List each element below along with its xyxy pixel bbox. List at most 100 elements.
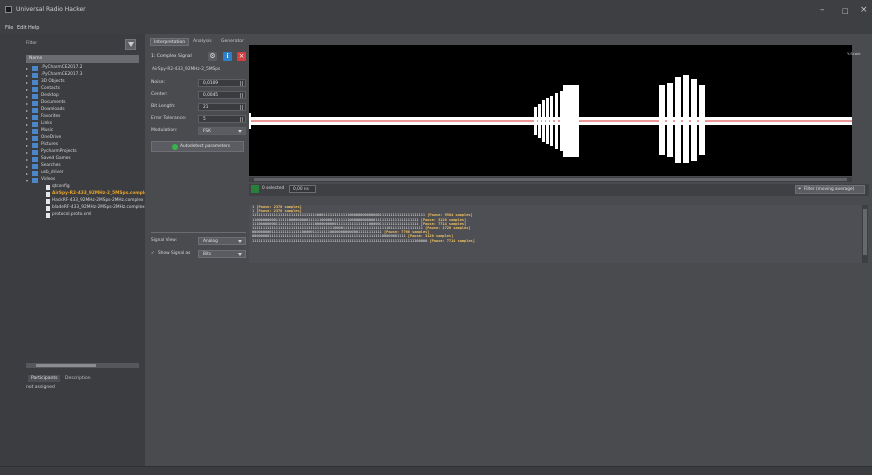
tree-folder-item[interactable]: ▸ Favorites <box>26 114 141 121</box>
maximize-button[interactable]: □ <box>842 7 849 15</box>
center-input[interactable]: 0,0045 <box>198 91 246 99</box>
info-icon[interactable]: i <box>223 52 232 61</box>
modulation-label: Modulation: <box>151 128 178 133</box>
tree-file-item[interactable]: protocol.proto.xml <box>26 212 141 219</box>
menu-edit[interactable]: Edit <box>17 25 27 31</box>
filter-select[interactable]: ⏷ Filter (moving average) <box>795 185 865 194</box>
tree-folder-item[interactable]: ▸ 3D Objects <box>26 79 141 86</box>
error-tolerance-input[interactable]: 5 <box>198 115 246 123</box>
filter-icon[interactable] <box>125 39 136 50</box>
expand-arrow-icon[interactable]: ▾ <box>26 178 28 183</box>
tree-folder-label: Documents <box>41 100 66 105</box>
signal-burst <box>538 104 541 138</box>
menu-help[interactable]: Help <box>28 25 39 31</box>
bit-length-input[interactable]: 21 <box>198 103 246 111</box>
close-icon[interactable]: × <box>237 52 246 61</box>
expand-arrow-icon[interactable]: ▸ <box>26 171 28 176</box>
minimize-button[interactable]: – <box>820 5 825 15</box>
tree-folder-item[interactable]: ▸ Searches <box>26 163 141 170</box>
tree-folder-label: Contacts <box>41 86 60 91</box>
tab-analysis[interactable]: Analysis <box>190 38 215 46</box>
tree-folder-label: PycharmProjects <box>41 149 77 154</box>
expand-arrow-icon[interactable]: ▸ <box>26 150 28 155</box>
tree-folder-item[interactable]: ▸ PycharmProjects <box>26 149 141 156</box>
expand-arrow-icon[interactable]: ▸ <box>26 94 28 99</box>
signal-header: 1: Complex Signal ⚙ i × <box>151 51 251 63</box>
tree-folder-item[interactable]: ▸ Links <box>26 121 141 128</box>
menu-file[interactable]: File <box>5 25 13 31</box>
signal-burst <box>659 85 665 155</box>
signal-view-select[interactable]: Analog <box>198 237 246 245</box>
autodetect-button[interactable]: Autodetect parameters <box>151 141 244 152</box>
signal-plot[interactable] <box>249 45 852 176</box>
tab-description[interactable]: Description <box>62 375 94 382</box>
tree-folder-label: Links <box>41 121 53 126</box>
bit-view[interactable]: 1 [Pause: 2376 samples] 1 [Pause: 2376 sa… <box>249 205 862 263</box>
file-icon <box>46 199 50 204</box>
tree-folder-item[interactable]: ▸ Pictures <box>26 142 141 149</box>
folder-icon <box>32 108 38 113</box>
expand-arrow-icon[interactable]: ▸ <box>26 122 28 127</box>
splitter[interactable] <box>151 232 246 233</box>
participant-value: not assigned <box>26 385 55 390</box>
tree-file-item[interactable]: AirSpy-R2-433_92MHz-2_5MSps.complex <box>26 191 150 198</box>
error-tolerance-label: Error Tolerance: <box>151 116 187 121</box>
tree-folder-label: Desktop <box>41 93 59 98</box>
tree-folder-item[interactable]: ▾ Videos <box>26 177 141 184</box>
tree-folder-label: Favorites <box>41 114 61 119</box>
tree-folder-item[interactable]: ▸ Saved Games <box>26 156 141 163</box>
bit-line[interactable]: 1111111111111111111111111111111111111111… <box>249 239 862 243</box>
tree-folder-label: .PyCharmCE2017.2 <box>41 65 83 70</box>
show-signal-checkbox[interactable]: ✓ <box>151 251 155 256</box>
tree-file-item[interactable]: bladeRF-433_92MHz-2MSps-2MHz.complex <box>26 205 145 212</box>
show-signal-select[interactable]: Bits <box>198 250 246 258</box>
expand-arrow-icon[interactable]: ▸ <box>26 143 28 148</box>
close-window-button[interactable]: × <box>860 5 868 15</box>
tab-generator[interactable]: Generator <box>218 38 247 46</box>
expand-arrow-icon[interactable]: ▸ <box>26 66 28 71</box>
expand-arrow-icon[interactable]: ▸ <box>26 136 28 141</box>
expand-arrow-icon[interactable]: ▸ <box>26 101 28 106</box>
expand-arrow-icon[interactable]: ▸ <box>26 115 28 120</box>
tree-header[interactable]: Name <box>26 55 139 63</box>
tree-folder-item[interactable]: ▸ Documents <box>26 100 141 107</box>
tree-file-item[interactable]: qtconfig <box>26 184 141 191</box>
tree-folder-item[interactable]: ▸ .PyCharmCE2017.2 <box>26 65 141 72</box>
signal-name: AirSpy-R2-433_92MHz-2_5MSps <box>152 67 221 72</box>
signal-title: 1: Complex Signal <box>151 54 192 59</box>
gear-icon[interactable]: ⚙ <box>208 52 217 61</box>
expand-arrow-icon[interactable]: ▸ <box>26 157 28 162</box>
noise-input[interactable]: 0,0109 <box>198 79 246 87</box>
tree-folder-item[interactable]: ▸ Desktop <box>26 93 141 100</box>
signal-burst <box>675 77 681 163</box>
bit-view-scrollbar[interactable] <box>862 205 868 263</box>
tree-folder-item[interactable]: ▸ Music <box>26 128 141 135</box>
expand-arrow-icon[interactable]: ▸ <box>26 108 28 113</box>
tree-folder-item[interactable]: ▸ .PyCharmCE2017.3 <box>26 72 141 79</box>
plot-scrollbar[interactable] <box>249 177 852 182</box>
signal-burst <box>667 83 673 157</box>
folder-icon <box>32 87 38 92</box>
tab-participants[interactable]: Participants <box>28 375 61 382</box>
file-icon <box>46 206 50 211</box>
expand-arrow-icon[interactable]: ▸ <box>26 80 28 85</box>
filter-input[interactable]: Filter <box>26 41 37 46</box>
sidebar-scrollbar[interactable] <box>26 363 139 368</box>
tree-folder-item[interactable]: ▸ OneDrive <box>26 135 141 142</box>
modulation-select[interactable]: FSK <box>198 127 246 135</box>
tree-folder-item[interactable]: ▸ Contacts <box>26 86 141 93</box>
tree-file-item[interactable]: HackRF-433_92MHz-2MSps-2MHz.complex <box>26 198 143 205</box>
tree-folder-item[interactable]: ▸ Downloads <box>26 107 141 114</box>
selection-icon[interactable] <box>251 185 259 193</box>
expand-arrow-icon[interactable]: ▸ <box>26 73 28 78</box>
tab-interpretation[interactable]: Interpretation <box>150 38 190 46</box>
expand-arrow-icon[interactable]: ▸ <box>26 87 28 92</box>
selection-time-field[interactable]: 0,00 ns <box>289 185 316 193</box>
signal-waveform[interactable] <box>249 45 852 176</box>
expand-arrow-icon[interactable]: ▸ <box>26 129 28 134</box>
expand-arrow-icon[interactable]: ▸ <box>26 164 28 169</box>
tree-folder-label: Saved Games <box>41 156 71 161</box>
signal-burst <box>555 93 558 149</box>
signal-burst <box>563 85 579 157</box>
tree-folder-item[interactable]: ▸ usb_driver <box>26 170 141 177</box>
